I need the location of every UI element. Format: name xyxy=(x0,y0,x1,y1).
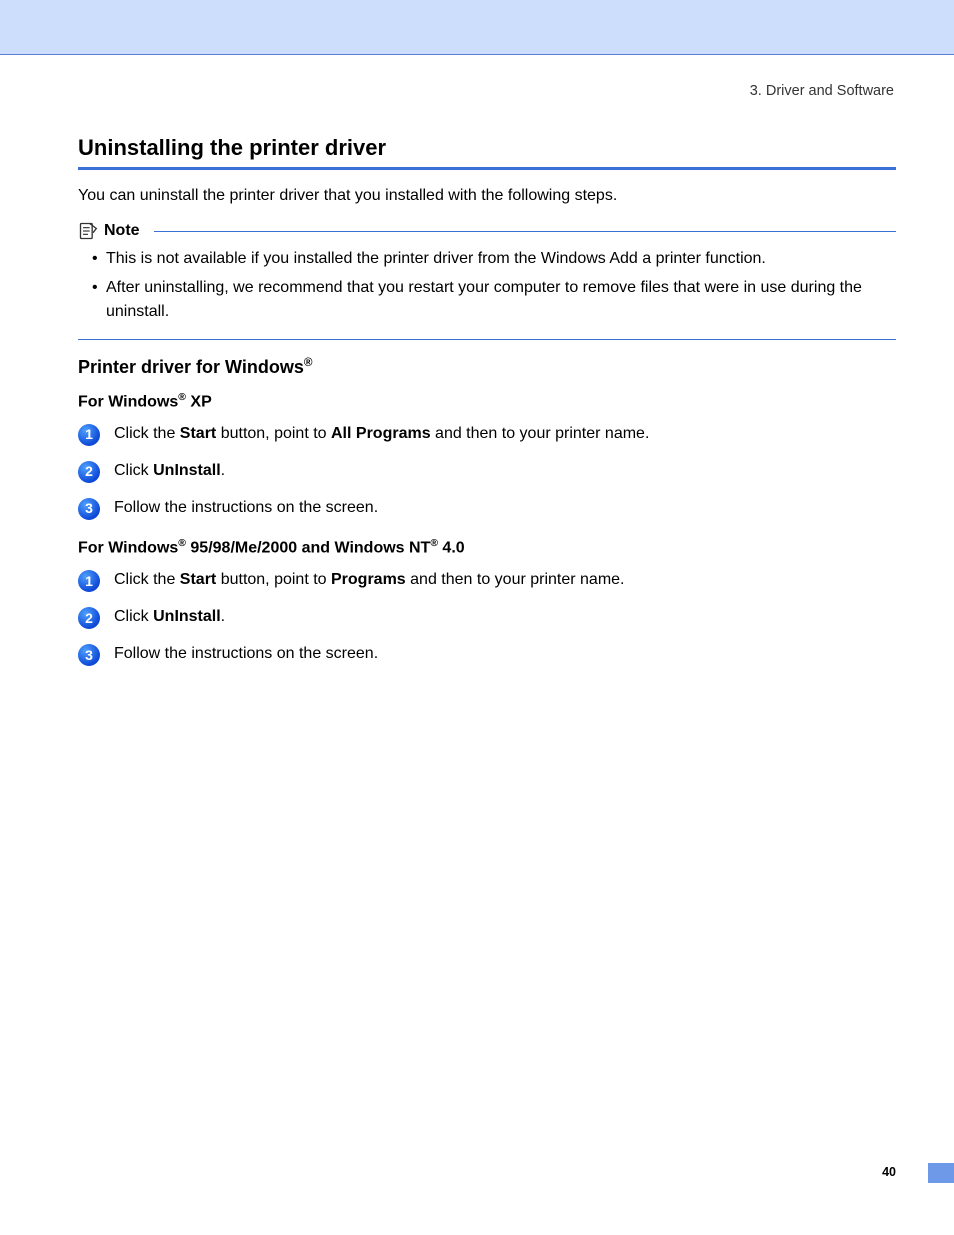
note-header: Note xyxy=(78,221,896,241)
registered-mark: ® xyxy=(304,356,313,369)
title-rule xyxy=(78,167,896,170)
step-number-badge: 1 xyxy=(78,570,100,592)
os-heading-text: For Windows xyxy=(78,539,178,556)
step-number-badge: 1 xyxy=(78,424,100,446)
step-number-badge: 3 xyxy=(78,498,100,520)
note-rule-bottom xyxy=(78,339,896,340)
step-item: 3 Follow the instructions on the screen. xyxy=(78,643,896,666)
intro-text: You can uninstall the printer driver tha… xyxy=(78,184,896,207)
step-number-badge: 3 xyxy=(78,644,100,666)
step-item: 1 Click the Start button, point to Progr… xyxy=(78,569,896,592)
page-body: 3. Driver and Software Uninstalling the … xyxy=(0,55,954,1235)
page-title: Uninstalling the printer driver xyxy=(78,135,896,161)
top-banner xyxy=(0,0,954,55)
os-heading-text: 4.0 xyxy=(438,539,465,556)
chapter-label: 3. Driver and Software xyxy=(78,83,896,99)
step-number-badge: 2 xyxy=(78,607,100,629)
registered-mark: ® xyxy=(178,392,186,403)
note-label: Note xyxy=(104,222,140,240)
note-item: After uninstalling, we recommend that yo… xyxy=(92,276,896,322)
step-item: 3 Follow the instructions on the screen. xyxy=(78,497,896,520)
registered-mark: ® xyxy=(178,538,186,549)
steps-legacy: 1 Click the Start button, point to Progr… xyxy=(78,569,896,666)
step-item: 1 Click the Start button, point to All P… xyxy=(78,423,896,446)
os-heading-text: 95/98/Me/2000 and Windows NT xyxy=(186,539,430,556)
registered-mark: ® xyxy=(430,538,438,549)
step-text: Follow the instructions on the screen. xyxy=(114,497,378,519)
step-text: Click the Start button, point to Program… xyxy=(114,569,625,591)
steps-xp: 1 Click the Start button, point to All P… xyxy=(78,423,896,520)
os-heading-xp: For Windows® XP xyxy=(78,392,896,411)
os-heading-text: XP xyxy=(186,393,212,410)
subheading-text: Printer driver for Windows xyxy=(78,357,304,377)
step-number-badge: 2 xyxy=(78,461,100,483)
os-heading-text: For Windows xyxy=(78,393,178,410)
page-number: 40 xyxy=(882,1165,896,1179)
step-item: 2 Click UnInstall. xyxy=(78,606,896,629)
subheading: Printer driver for Windows® xyxy=(78,356,896,378)
page-edge-tab xyxy=(928,1163,954,1183)
note-rule-top xyxy=(154,231,896,232)
step-text: Click UnInstall. xyxy=(114,460,225,482)
note-body: This is not available if you installed t… xyxy=(78,241,896,339)
step-item: 2 Click UnInstall. xyxy=(78,460,896,483)
step-text: Click the Start button, point to All Pro… xyxy=(114,423,649,445)
note-item: This is not available if you installed t… xyxy=(92,247,896,270)
os-heading-legacy: For Windows® 95/98/Me/2000 and Windows N… xyxy=(78,538,896,557)
step-text: Click UnInstall. xyxy=(114,606,225,628)
step-text: Follow the instructions on the screen. xyxy=(114,643,378,665)
note-icon xyxy=(78,221,98,241)
